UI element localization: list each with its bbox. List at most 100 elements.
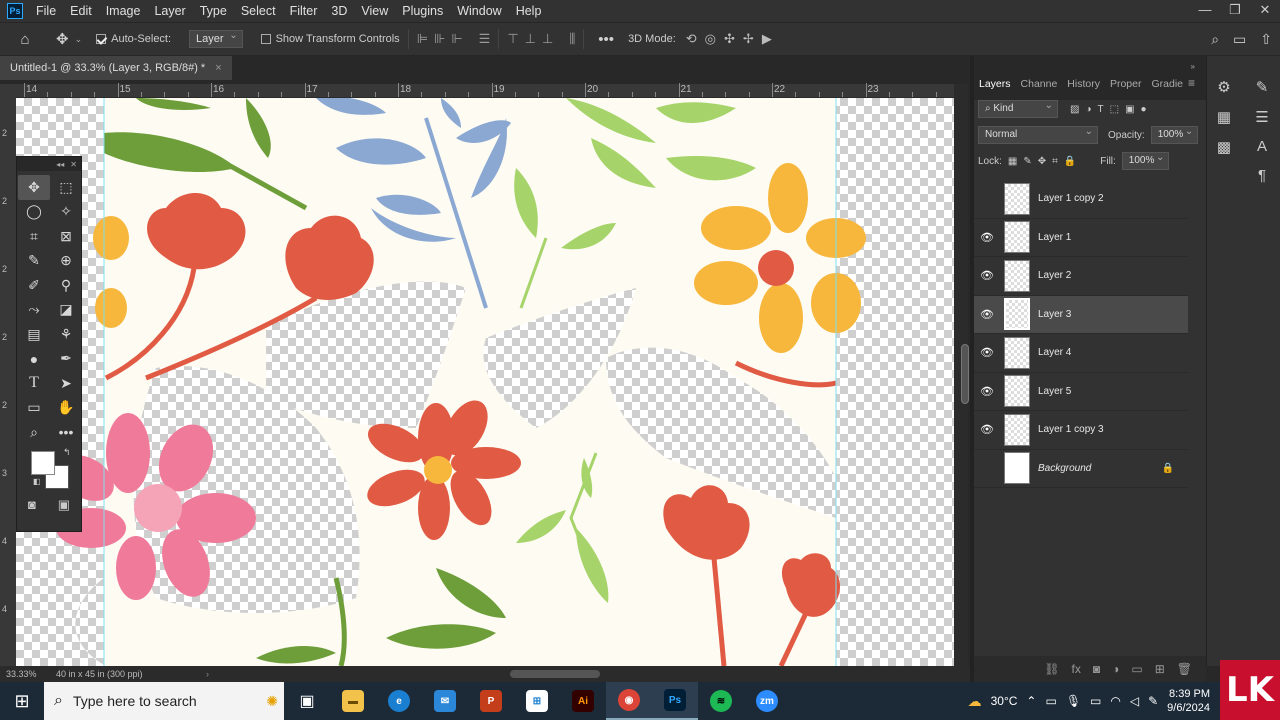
layer-row[interactable]: 👁 Background 🔒 bbox=[974, 450, 1188, 488]
delete-layer-icon[interactable]: 🗑 bbox=[1177, 662, 1192, 676]
path-selection-tool-icon[interactable]: ➤ bbox=[50, 371, 82, 396]
auto-select-checkbox[interactable]: Auto-Select: bbox=[96, 22, 171, 56]
menu-help[interactable]: Help bbox=[509, 0, 549, 22]
quick-mask-icon[interactable]: ◙ bbox=[28, 497, 36, 513]
tool-preset-chevron-icon[interactable]: ⌄ bbox=[75, 34, 83, 45]
fill-input[interactable]: 100% bbox=[1121, 150, 1170, 170]
layer-row[interactable]: 👁 Layer 2 bbox=[974, 257, 1188, 296]
layer-row[interactable]: 👁 Layer 5 bbox=[974, 373, 1188, 411]
brush-settings-icon[interactable]: ✎ bbox=[1256, 78, 1269, 96]
panel-menu-icon[interactable]: ≡ bbox=[1183, 76, 1200, 90]
distribute-vertical-icon[interactable]: ⫼ bbox=[569, 31, 575, 47]
home-icon[interactable]: ⌂ bbox=[14, 31, 35, 48]
show-transform-checkbox[interactable]: Show Transform Controls bbox=[260, 22, 400, 56]
filter-adjustment-icon[interactable]: ◑ bbox=[1085, 104, 1091, 115]
visibility-eye-icon[interactable]: 👁 bbox=[974, 346, 1000, 359]
eyedropper-tool-icon[interactable]: ✎ bbox=[18, 249, 50, 274]
add-mask-icon[interactable]: ◙ bbox=[1093, 662, 1100, 676]
lasso-tool-icon[interactable]: ◯ bbox=[18, 200, 50, 225]
panel-collapse-icon[interactable]: » bbox=[1186, 62, 1200, 71]
battery-icon[interactable]: ▭ bbox=[1090, 694, 1101, 708]
patterns-panel-icon[interactable]: ▩ bbox=[1217, 138, 1231, 156]
taskbar-search-box[interactable]: ⌕ Type here to search ✺ bbox=[44, 682, 284, 720]
opacity-input[interactable]: 100% bbox=[1150, 124, 1199, 144]
horizontal-scroll-thumb[interactable] bbox=[510, 670, 600, 678]
align-bottom-icon[interactable]: ⊥ bbox=[542, 31, 553, 47]
menu-view[interactable]: View bbox=[354, 0, 395, 22]
visibility-eye-icon[interactable]: 👁 bbox=[974, 269, 1000, 282]
microphone-icon[interactable]: 🎙 bbox=[1066, 694, 1081, 708]
layer-row[interactable]: 👁 Layer 3 bbox=[974, 295, 1188, 334]
windows-start-icon[interactable]: ⊞ bbox=[0, 691, 44, 712]
layer-style-icon[interactable]: fx bbox=[1072, 662, 1081, 676]
visibility-eye-icon[interactable]: 👁 bbox=[974, 192, 1000, 205]
align-left-icon[interactable]: ⊫ bbox=[417, 31, 428, 47]
lock-artboard-icon[interactable]: ⌗ bbox=[1052, 156, 1058, 167]
visibility-eye-icon[interactable]: 👁 bbox=[974, 385, 1000, 398]
weather-icon[interactable]: ☁ bbox=[968, 693, 982, 710]
3d-camera-icon[interactable]: ▶ bbox=[762, 31, 772, 47]
rectangle-tool-icon[interactable]: ▭ bbox=[18, 396, 50, 421]
menu-window[interactable]: Window bbox=[450, 0, 508, 22]
default-colors-icon[interactable]: ◧ bbox=[33, 477, 41, 486]
filter-smart-object-icon[interactable]: ▣ bbox=[1125, 104, 1134, 115]
3d-pan-icon[interactable]: ✣ bbox=[724, 31, 735, 47]
3d-roll-icon[interactable]: ◎ bbox=[705, 31, 716, 47]
lock-position-icon[interactable]: ✥ bbox=[1038, 156, 1046, 167]
photoshop-taskbar-icon[interactable]: Ps bbox=[652, 682, 698, 720]
panel-tab-gradie[interactable]: Gradie bbox=[1146, 78, 1188, 90]
align-top-icon[interactable]: ⊤ bbox=[507, 31, 518, 47]
illustrator-icon[interactable]: Ai bbox=[560, 682, 606, 720]
panel-tab-proper[interactable]: Proper bbox=[1105, 78, 1147, 90]
visibility-eye-icon[interactable]: 👁 bbox=[974, 308, 1000, 321]
volume-icon[interactable]: ◁ bbox=[1130, 694, 1139, 708]
tray-chevron-icon[interactable]: ⌃ bbox=[1026, 694, 1036, 708]
link-layers-icon[interactable]: ⛓ bbox=[1044, 662, 1059, 676]
lock-image-icon[interactable]: ✎ bbox=[1023, 156, 1031, 167]
menu-file[interactable]: File bbox=[29, 0, 63, 22]
canvas[interactable] bbox=[16, 98, 954, 666]
menu-image[interactable]: Image bbox=[99, 0, 148, 22]
edit-toolbar-icon[interactable]: ••• bbox=[50, 420, 82, 445]
3d-orbit-icon[interactable]: ⟲ bbox=[686, 31, 697, 47]
3d-panel-icon[interactable]: ⚙ bbox=[1217, 78, 1230, 96]
move-tool-icon[interactable]: ✥ bbox=[50, 30, 75, 48]
search-icon[interactable]: ⌕ bbox=[1211, 31, 1219, 48]
frame-tool-icon[interactable]: ⊠ bbox=[50, 224, 82, 249]
filter-type-icon[interactable]: T bbox=[1098, 104, 1104, 115]
minimize-button[interactable]: — bbox=[1190, 0, 1220, 22]
eraser-tool-icon[interactable]: ◪ bbox=[50, 298, 82, 323]
workspace-icon[interactable]: ▭ bbox=[1233, 31, 1246, 48]
adjustment-layer-icon[interactable]: ◑ bbox=[1112, 662, 1119, 676]
swatches-panel-icon[interactable]: ▦ bbox=[1217, 108, 1231, 126]
layer-filter-dropdown[interactable]: ⌕ Kind bbox=[978, 98, 1058, 118]
auto-select-target-dropdown[interactable]: Layer bbox=[189, 28, 243, 48]
crop-tool-icon[interactable]: ⌗ bbox=[18, 224, 50, 249]
foreground-color-swatch[interactable] bbox=[31, 450, 55, 475]
hand-tool-icon[interactable]: ✋ bbox=[50, 396, 82, 421]
edge-icon[interactable]: e bbox=[376, 682, 422, 720]
lock-all-icon[interactable]: 🔒 bbox=[1064, 156, 1076, 167]
mail-icon[interactable]: ✉ bbox=[422, 682, 468, 720]
show-transform-check-icon[interactable] bbox=[260, 34, 271, 44]
swap-colors-icon[interactable]: ↰ bbox=[63, 447, 71, 458]
brush-tool-icon[interactable]: ✐ bbox=[18, 273, 50, 298]
temperature[interactable]: 30°C bbox=[991, 694, 1018, 708]
blend-mode-dropdown[interactable]: Normal bbox=[978, 124, 1098, 144]
new-layer-icon[interactable]: ⊞ bbox=[1155, 662, 1165, 676]
panel-tab-history[interactable]: History bbox=[1062, 78, 1105, 90]
panel-tab-layers[interactable]: Layers bbox=[974, 78, 1016, 90]
filter-toggle-icon[interactable]: ● bbox=[1141, 104, 1147, 115]
filter-shape-icon[interactable]: ⬚ bbox=[1110, 104, 1119, 115]
menu-3d[interactable]: 3D bbox=[324, 0, 354, 22]
layer-row[interactable]: 👁 Layer 1 copy 3 bbox=[974, 411, 1188, 450]
pen-tool-icon[interactable]: ✒ bbox=[50, 347, 82, 372]
menu-type[interactable]: Type bbox=[193, 0, 234, 22]
lock-transparent-icon[interactable]: ▦ bbox=[1008, 156, 1017, 167]
panel-tab-channe[interactable]: Channe bbox=[1016, 78, 1063, 90]
gradient-tool-icon[interactable]: ▤ bbox=[18, 322, 50, 347]
magic-wand-tool-icon[interactable]: ✧ bbox=[50, 200, 82, 225]
meet-now-icon[interactable]: ▭ bbox=[1045, 694, 1056, 708]
visibility-eye-icon[interactable]: 👁 bbox=[974, 462, 1000, 475]
collapse-toolbox-icon[interactable]: ◂◂ bbox=[56, 160, 64, 169]
